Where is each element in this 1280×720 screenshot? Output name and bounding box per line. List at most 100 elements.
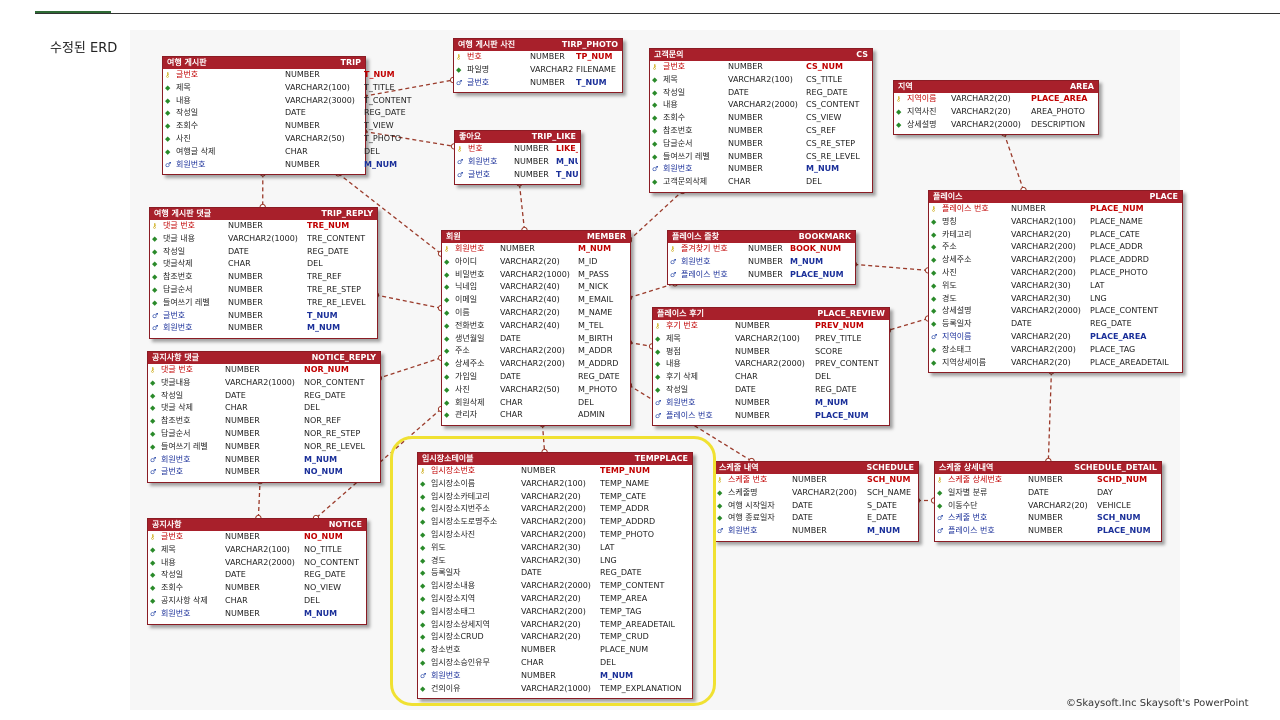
attribute-name: 지역이름 <box>907 94 937 103</box>
attribute-name: 답글순서 <box>663 138 693 148</box>
attribute-type: NUMBER <box>728 164 763 174</box>
attribute-name: 생년월일 <box>455 333 485 343</box>
attribute-type: NUMBER <box>514 156 549 166</box>
attribute-column: DEL <box>304 403 320 413</box>
entity-place[interactable]: 플레이스 PLACE ⚷ 플레이스 번호 NUMBER PLACE_NUM ◆ 명칭 VARCH… <box>928 190 1183 374</box>
key-icon: ⚷ <box>152 222 158 230</box>
entity-trip-like[interactable]: 좋아요 TRIP_LIKE ⚷ 번호 NUMBER LIKE_NUM ♂ 회원번호 NUMBER… <box>454 130 581 186</box>
attribute-column: SCH_NUM <box>867 475 911 484</box>
attribute-name: 글번호 <box>467 77 490 87</box>
entity-trip-reply[interactable]: 여행 게시판 댓글 TRIP_REPLY ⚷ 댓글 번호 NUMBER TRE_NUM ◆ 댓… <box>149 207 378 340</box>
attribute-column: PLACE_PHOTO <box>1090 267 1148 277</box>
attribute-column: CS_CONTENT <box>806 100 860 110</box>
attribute-type: VARCHAR2(100) <box>728 74 793 84</box>
foreign-key-icon: ♂ <box>717 527 724 536</box>
attribute-row: ⚷ 스케줄 번호 NUMBER SCH_NUM <box>715 474 918 487</box>
attribute-type: VARCHAR2(20) <box>1011 331 1071 341</box>
attribute-column: M_NUM <box>578 244 612 253</box>
attribute-dot-icon: ◆ <box>931 320 937 329</box>
attribute-name: 제목 <box>663 74 678 84</box>
attribute-row: ◆ 제목 VARCHAR2(100) NO_TITLE <box>148 544 366 557</box>
entity-header: 여행 게시판 TRIP <box>163 57 365 69</box>
attribute-dot-icon: ◆ <box>717 501 723 510</box>
key-icon: ⚷ <box>165 71 171 79</box>
entity-header: 스케줄 상세내역 SCHEDULE_DETAIL <box>935 462 1161 474</box>
attribute-column: VEHICLE <box>1097 500 1131 510</box>
attribute-name: 일자별 분류 <box>948 487 988 497</box>
entity-place-review[interactable]: 플레이스 후기 PLACE_REVIEW ⚷ 후기 번호 NUMBER PREV_NUM ◆… <box>652 307 890 427</box>
entity-header: 고객문의 CS <box>650 49 872 61</box>
attribute-column: CS_RE_LEVEL <box>806 151 860 161</box>
attribute-name: 주소 <box>455 346 470 356</box>
attribute-name: 조회수 <box>663 113 686 123</box>
attribute-name: 사진 <box>176 133 191 143</box>
attribute-type: NUMBER <box>514 144 549 153</box>
attribute-row: ♂ 플레이스 번호 NUMBER PLACE_NUM <box>653 410 889 423</box>
attribute-type: VARCHAR2(2000) <box>735 359 805 369</box>
attribute-name: 댓글 삭제 <box>161 403 193 413</box>
attribute-column: M_TEL <box>578 320 604 330</box>
attribute-row: ◆ 작성일 DATE REG_DATE <box>163 107 406 120</box>
entity-title: 플레이스 후기 <box>657 309 704 318</box>
attribute-row: ♂ 글번호 NUMBER T_NUM <box>454 77 622 90</box>
attribute-name: 후기 번호 <box>666 321 698 330</box>
attribute-name: 작성일 <box>176 108 199 118</box>
attribute-column: AREA_PHOTO <box>1031 106 1085 116</box>
attribute-row: ◆ 상세설명 VARCHAR2(2000) DESCRIPTION <box>894 119 1098 132</box>
attribute-type: VARCHAR2(50) <box>285 133 345 143</box>
entity-table-name: SCHEDULE <box>866 463 915 472</box>
entity-notice-reply[interactable]: 공지사항 댓글 NOTICE_REPLY ⚷ 댓글 번호 NUMBER NOR_NUM ◆ 댓… <box>147 351 381 484</box>
attribute-name: 회원번호 <box>468 156 498 166</box>
attribute-name: 후기 삭제 <box>666 372 698 382</box>
attribute-row: ◆ 생년월일 DATE M_BIRTH <box>442 333 630 346</box>
attribute-row: ◆ 아이디 VARCHAR2(20) M_ID <box>442 256 630 269</box>
attribute-dot-icon: ◆ <box>655 385 661 394</box>
attribute-type: VARCHAR2(200) <box>1011 344 1076 354</box>
attribute-name: 조회수 <box>176 121 199 131</box>
relationship-line <box>518 183 526 231</box>
attribute-name: 들여쓰기 레벨 <box>163 297 210 307</box>
attribute-name: 주소 <box>942 242 957 252</box>
entity-schedule[interactable]: 스케줄 내역 SCHEDULE ⚷ 스케줄 번호 NUMBER SCH_NUM ◆ 스케줄명 V… <box>714 461 919 542</box>
key-icon: ⚷ <box>717 476 723 484</box>
attribute-name: 글번호 <box>163 310 186 320</box>
attribute-type: VARCHAR2(1000) <box>228 233 298 243</box>
attribute-dot-icon: ◆ <box>931 230 937 239</box>
entity-area[interactable]: 지역 AREA ⚷ 지역이름 VARCHAR2(20) PLACE_AREA ◆ 지역사진 VA… <box>893 80 1099 136</box>
attribute-name: 제목 <box>176 82 191 92</box>
entity-header: 플레이스 후기 PLACE_REVIEW <box>653 308 889 320</box>
attribute-row: ⚷ 플레이스 번호 NUMBER PLACE_NUM <box>929 203 1182 216</box>
attribute-dot-icon: ◆ <box>655 360 661 369</box>
attribute-name: 전화번호 <box>455 320 485 330</box>
attribute-type: NUMBER <box>228 284 263 294</box>
attribute-row: ◆ 주소 VARCHAR2(200) PLACE_ADDR <box>929 241 1182 254</box>
attribute-type: NUMBER <box>728 113 763 123</box>
attribute-type: VARCHAR2(40) <box>500 295 560 305</box>
attribute-column: M_BIRTH <box>578 333 613 343</box>
attribute-type: VARCHAR2(50) <box>500 384 560 394</box>
attribute-row: ◆ 여행 종료일자 DATE E_DATE <box>715 512 918 525</box>
entity-schedule-detail[interactable]: 스케줄 상세내역 SCHEDULE_DETAIL ⚷ 스케줄 상세번호 NUMBER SC… <box>934 461 1162 542</box>
attribute-name: 답글순서 <box>163 284 193 294</box>
attribute-type: NUMBER <box>530 77 565 87</box>
entity-notice[interactable]: 공지사항 NOTICE ⚷ 글번호 NUMBER NO_NUM ◆ 제목 VARCHAR2(10… <box>147 518 367 625</box>
attribute-column: PREV_NUM <box>815 321 864 330</box>
attribute-dot-icon: ◆ <box>444 398 450 407</box>
attribute-row: ◆ 가입일 DATE REG_DATE <box>442 371 630 384</box>
entity-member[interactable]: 회원 MEMBER ⚷ 회원번호 NUMBER M_NUM ◆ 아이디 VARCHAR2(20)… <box>441 230 631 427</box>
attribute-row: ◆ 참조번호 NUMBER NOR_REF <box>148 415 380 428</box>
foreign-key-icon: ♂ <box>150 468 157 477</box>
attribute-column: FILENAME <box>576 64 616 74</box>
entity-bookmark[interactable]: 플레이스 즐찾 BOOKMARK ⚷ 즐겨찾기 번호 NUMBER BOOK_NUM ♂ 회원… <box>667 230 856 286</box>
attribute-name: 작성일 <box>666 384 689 394</box>
entity-trip-photo[interactable]: 여행 게시판 사진 TIRP_PHOTO ⚷ 번호 NUMBER TP_NUM ◆ 파일명 VA… <box>453 38 623 94</box>
attribute-row: ◆ 이메일 VARCHAR2(40) M_EMAIL <box>442 294 630 307</box>
entity-trip[interactable]: 여행 게시판 TRIP ⚷ 글번호 NUMBER T_NUM ◆ 제목 VARCHAR2(100… <box>162 56 412 176</box>
attribute-column: LAT <box>1090 280 1105 290</box>
attribute-row: ◆ 댓글내용 VARCHAR2(1000) NOR_CONTENT <box>148 377 380 390</box>
entity-cs[interactable]: 고객문의 CS ⚷ 글번호 NUMBER CS_NUM ◆ 제목 VARCHAR2(100) CS… <box>649 48 873 193</box>
relationship-line <box>378 357 442 379</box>
attribute-type: CHAR <box>225 595 248 605</box>
attribute-column: PLACE_TAG <box>1090 344 1136 354</box>
attribute-name: 여행 종료일자 <box>728 513 775 523</box>
